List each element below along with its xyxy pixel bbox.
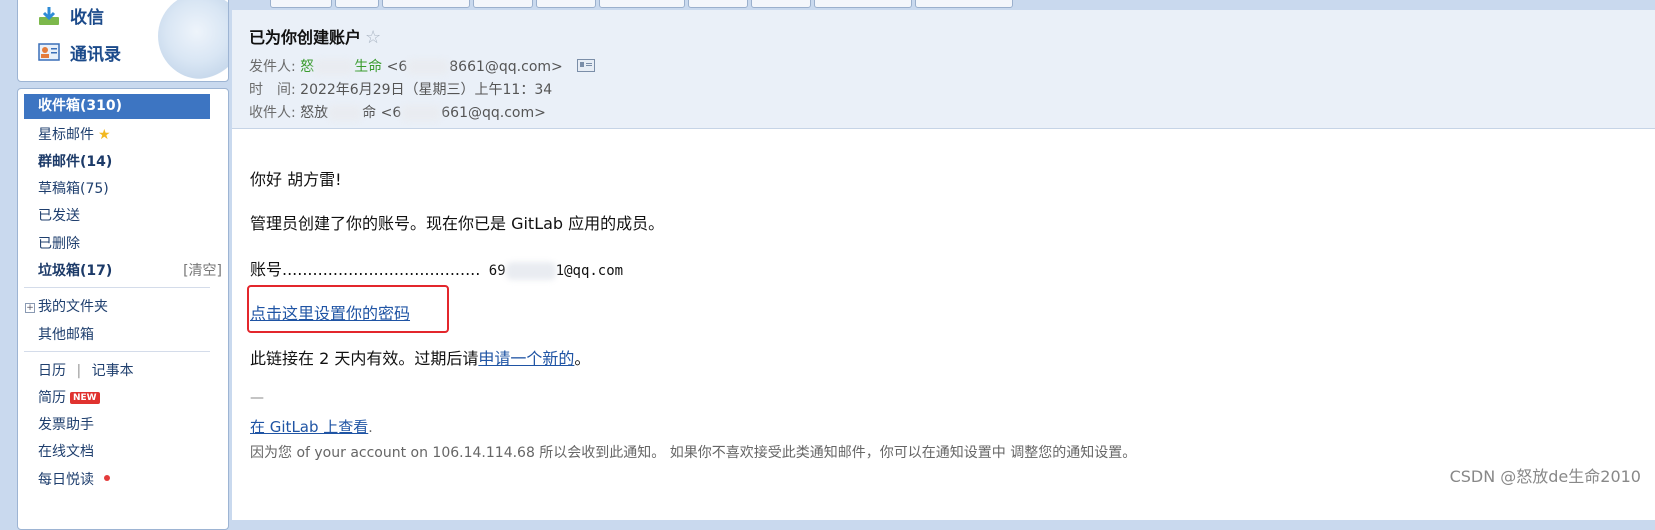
sender-address: <6 8661@qq.com> xyxy=(386,59,563,75)
folder-group[interactable]: 群邮件(14) xyxy=(38,151,112,171)
account-value: 69 1@qq.com xyxy=(480,262,624,280)
view-on-gitlab-row: 在 GitLab 上查看. xyxy=(250,416,373,437)
redaction-blur xyxy=(407,59,450,75)
request-new-link[interactable]: 申请一个新的 xyxy=(478,349,574,368)
toolbar-button[interactable] xyxy=(382,0,470,8)
folder-deleted[interactable]: 已删除 xyxy=(38,233,80,253)
toolbar-button[interactable] xyxy=(814,0,912,8)
account-label: 账号......................................… xyxy=(250,260,481,279)
tool-online-docs[interactable]: 在线文档 xyxy=(38,441,94,461)
folder-my-folders[interactable]: + 我的文件夹 xyxy=(25,296,108,316)
toolbar-button[interactable] xyxy=(688,0,748,8)
mail-header: 已为你创建账户 ☆ 发件人: 怒生命 <6 8661@qq.com> 时 间: 20… xyxy=(232,10,1655,129)
tool-invoice[interactable]: 发票助手 xyxy=(38,414,94,434)
mail-subject: 已为你创建账户 ☆ xyxy=(249,24,381,48)
calendar-separator: | xyxy=(76,363,82,379)
toolbar-button[interactable] xyxy=(270,0,332,8)
time-row: 时 间: 2022年6月29日（星期三）上午11：34 xyxy=(249,79,552,99)
redaction-blur xyxy=(314,59,355,75)
sender-row: 发件人: 怒生命 <6 8661@qq.com> xyxy=(249,56,596,76)
recipient-name: 怒放命 xyxy=(300,105,377,121)
folder-drafts[interactable]: 草稿箱(75) xyxy=(38,178,109,198)
contacts-label: 通讯录 xyxy=(70,45,121,65)
toolbar-button[interactable] xyxy=(473,0,533,8)
mail-reader: 已为你创建账户 ☆ 发件人: 怒生命 <6 8661@qq.com> 时 间: 20… xyxy=(232,0,1655,520)
validity-end: 。 xyxy=(574,349,591,368)
sender-name[interactable]: 怒生命 xyxy=(300,59,382,75)
from-label: 发件人: xyxy=(249,59,296,75)
recipient-row: 收件人: 怒放命 <6 661@qq.com> xyxy=(249,102,546,122)
contact-card-icon[interactable] xyxy=(577,59,596,72)
set-password-link[interactable]: 点击这里设置你的密码 xyxy=(250,304,410,323)
validity-text: 此链接在 2 天内有效。过期后请 xyxy=(250,349,479,368)
recipient-address: <6 661@qq.com> xyxy=(380,105,546,121)
toolbar-button[interactable] xyxy=(599,0,685,8)
notepad-link[interactable]: 记事本 xyxy=(92,363,134,379)
folder-sent[interactable]: 已发送 xyxy=(38,205,80,225)
clear-spam-link[interactable]: [清空] xyxy=(183,260,222,280)
sidebar: 收信 通讯录 收件箱(310) 星标邮件 ★ 群邮件(14) 草稿箱(75) 已发… xyxy=(0,0,232,530)
time-value: 2022年6月29日（星期三）上午11：34 xyxy=(300,82,553,98)
body-line-1: 管理员创建了你的账号。现在你已是 GitLab 应用的成员。 xyxy=(250,214,665,233)
toolbar-button[interactable] xyxy=(915,0,1013,8)
contact-card-icon xyxy=(38,42,60,63)
toolbar-button[interactable] xyxy=(335,0,379,8)
redaction-blur xyxy=(401,105,442,121)
folder-starred-label: 星标邮件 xyxy=(38,127,94,143)
notification-notice: 因为您 of your account on 106.14.114.68 所以会… xyxy=(250,445,1137,461)
divider xyxy=(24,287,210,288)
toolbar-button[interactable] xyxy=(536,0,596,8)
folder-spam[interactable]: 垃圾箱(17) xyxy=(38,260,112,280)
quick-actions-panel: 收信 通讯录 xyxy=(17,0,229,82)
view-on-gitlab-link[interactable]: 在 GitLab 上查看 xyxy=(250,418,368,436)
calendar-link[interactable]: 日历 xyxy=(38,363,66,379)
view-dot: . xyxy=(368,420,373,436)
redaction-blur xyxy=(328,105,363,121)
folder-menu: 收件箱(310) 星标邮件 ★ 群邮件(14) 草稿箱(75) 已发送 已删除 垃… xyxy=(17,88,229,530)
set-password-row: 点击这里设置你的密码 xyxy=(250,300,410,324)
watermark: CSDN @怒放de生命2010 xyxy=(1449,467,1641,486)
toolbar-button[interactable] xyxy=(751,0,811,8)
folder-other-mailbox[interactable]: 其他邮箱 xyxy=(38,324,94,344)
mail-toolbar xyxy=(232,0,1655,10)
tool-resume[interactable]: 简历 NEW xyxy=(38,387,100,407)
folder-starred[interactable]: 星标邮件 ★ xyxy=(38,124,111,144)
divider xyxy=(24,351,210,352)
expand-plus-icon[interactable]: + xyxy=(25,303,35,313)
tools-calendar-row: 日历 | 记事本 xyxy=(38,360,134,380)
tool-daily-reading[interactable]: 每日悦读 xyxy=(38,469,110,489)
qq-mascot-decoration xyxy=(158,0,228,79)
to-label: 收件人: xyxy=(249,105,296,121)
account-row: 账号......................................… xyxy=(250,256,623,280)
folder-inbox[interactable]: 收件箱(310) xyxy=(24,94,210,119)
redaction-blur xyxy=(505,262,556,280)
validity-row: 此链接在 2 天内有效。过期后请申请一个新的。 xyxy=(250,345,590,369)
footer-dash: — xyxy=(250,390,264,406)
my-folders-label: 我的文件夹 xyxy=(38,299,108,315)
notification-dot xyxy=(104,475,110,481)
daily-reading-label: 每日悦读 xyxy=(38,472,94,488)
receive-mail-label: 收信 xyxy=(70,8,104,28)
receive-mail-button[interactable]: 收信 xyxy=(38,3,104,28)
new-badge: NEW xyxy=(70,392,100,404)
resume-label: 简历 xyxy=(38,390,66,406)
inbox-download-icon xyxy=(38,6,60,26)
subject-text: 已为你创建账户 xyxy=(249,28,362,47)
contacts-button[interactable]: 通讯录 xyxy=(38,40,121,65)
time-label: 时 间: xyxy=(249,82,296,98)
greeting: 你好 胡方雷! xyxy=(250,170,342,189)
star-outline-icon[interactable]: ☆ xyxy=(365,27,381,48)
star-icon: ★ xyxy=(98,127,111,143)
